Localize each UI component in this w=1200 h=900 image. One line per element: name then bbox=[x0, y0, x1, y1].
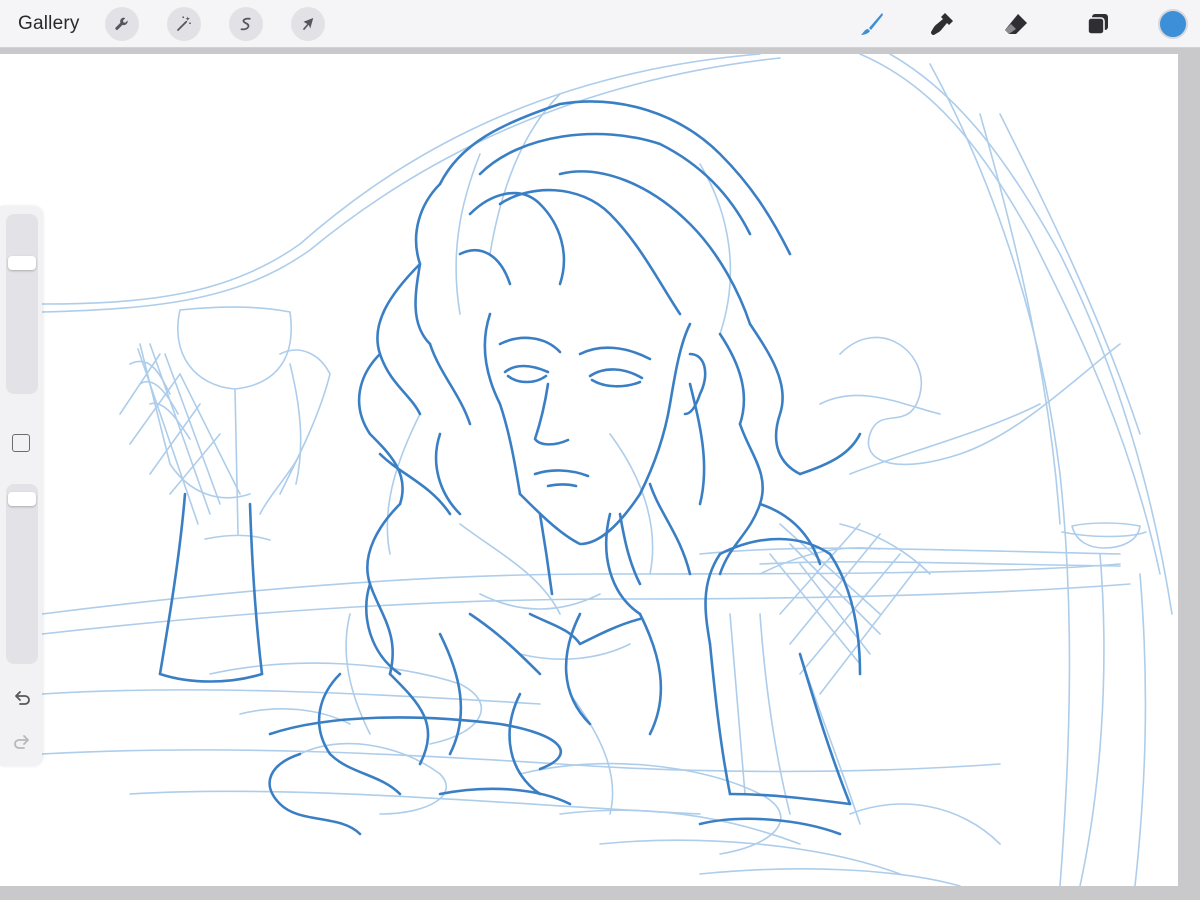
modify-square-icon[interactable] bbox=[12, 434, 30, 452]
eraser-icon bbox=[1005, 14, 1027, 34]
brush-icon bbox=[861, 13, 883, 35]
wrench-icon bbox=[115, 17, 128, 30]
smudge-icon bbox=[931, 13, 953, 35]
adjustments-button[interactable] bbox=[167, 7, 201, 41]
smudge-tool[interactable] bbox=[926, 8, 958, 40]
layers-tool[interactable] bbox=[1082, 8, 1114, 40]
brush-tool[interactable] bbox=[856, 8, 888, 40]
magic-wand-icon bbox=[177, 16, 191, 31]
arrow-cursor-icon bbox=[302, 18, 314, 30]
redo-button[interactable] bbox=[10, 730, 34, 754]
drawing-canvas[interactable] bbox=[0, 54, 1178, 886]
color-picker-button[interactable] bbox=[1158, 9, 1188, 39]
selection-button[interactable] bbox=[229, 7, 263, 41]
undo-button[interactable] bbox=[10, 686, 34, 710]
eraser-tool[interactable] bbox=[1000, 8, 1032, 40]
brush-size-slider[interactable] bbox=[6, 214, 38, 394]
undo-icon bbox=[15, 691, 30, 705]
gallery-button[interactable]: Gallery bbox=[18, 11, 80, 37]
layers-icon bbox=[1087, 14, 1108, 35]
brush-size-thumb[interactable] bbox=[8, 255, 36, 270]
top-toolbar: Gallery bbox=[0, 0, 1200, 48]
actions-button[interactable] bbox=[105, 7, 139, 41]
sketch-artwork bbox=[41, 54, 1173, 886]
opacity-thumb[interactable] bbox=[8, 492, 36, 507]
opacity-slider[interactable] bbox=[6, 484, 38, 664]
brush-sidebar bbox=[0, 206, 42, 766]
selection-s-icon bbox=[240, 17, 251, 31]
transform-button[interactable] bbox=[291, 7, 325, 41]
redo-icon bbox=[14, 735, 29, 749]
